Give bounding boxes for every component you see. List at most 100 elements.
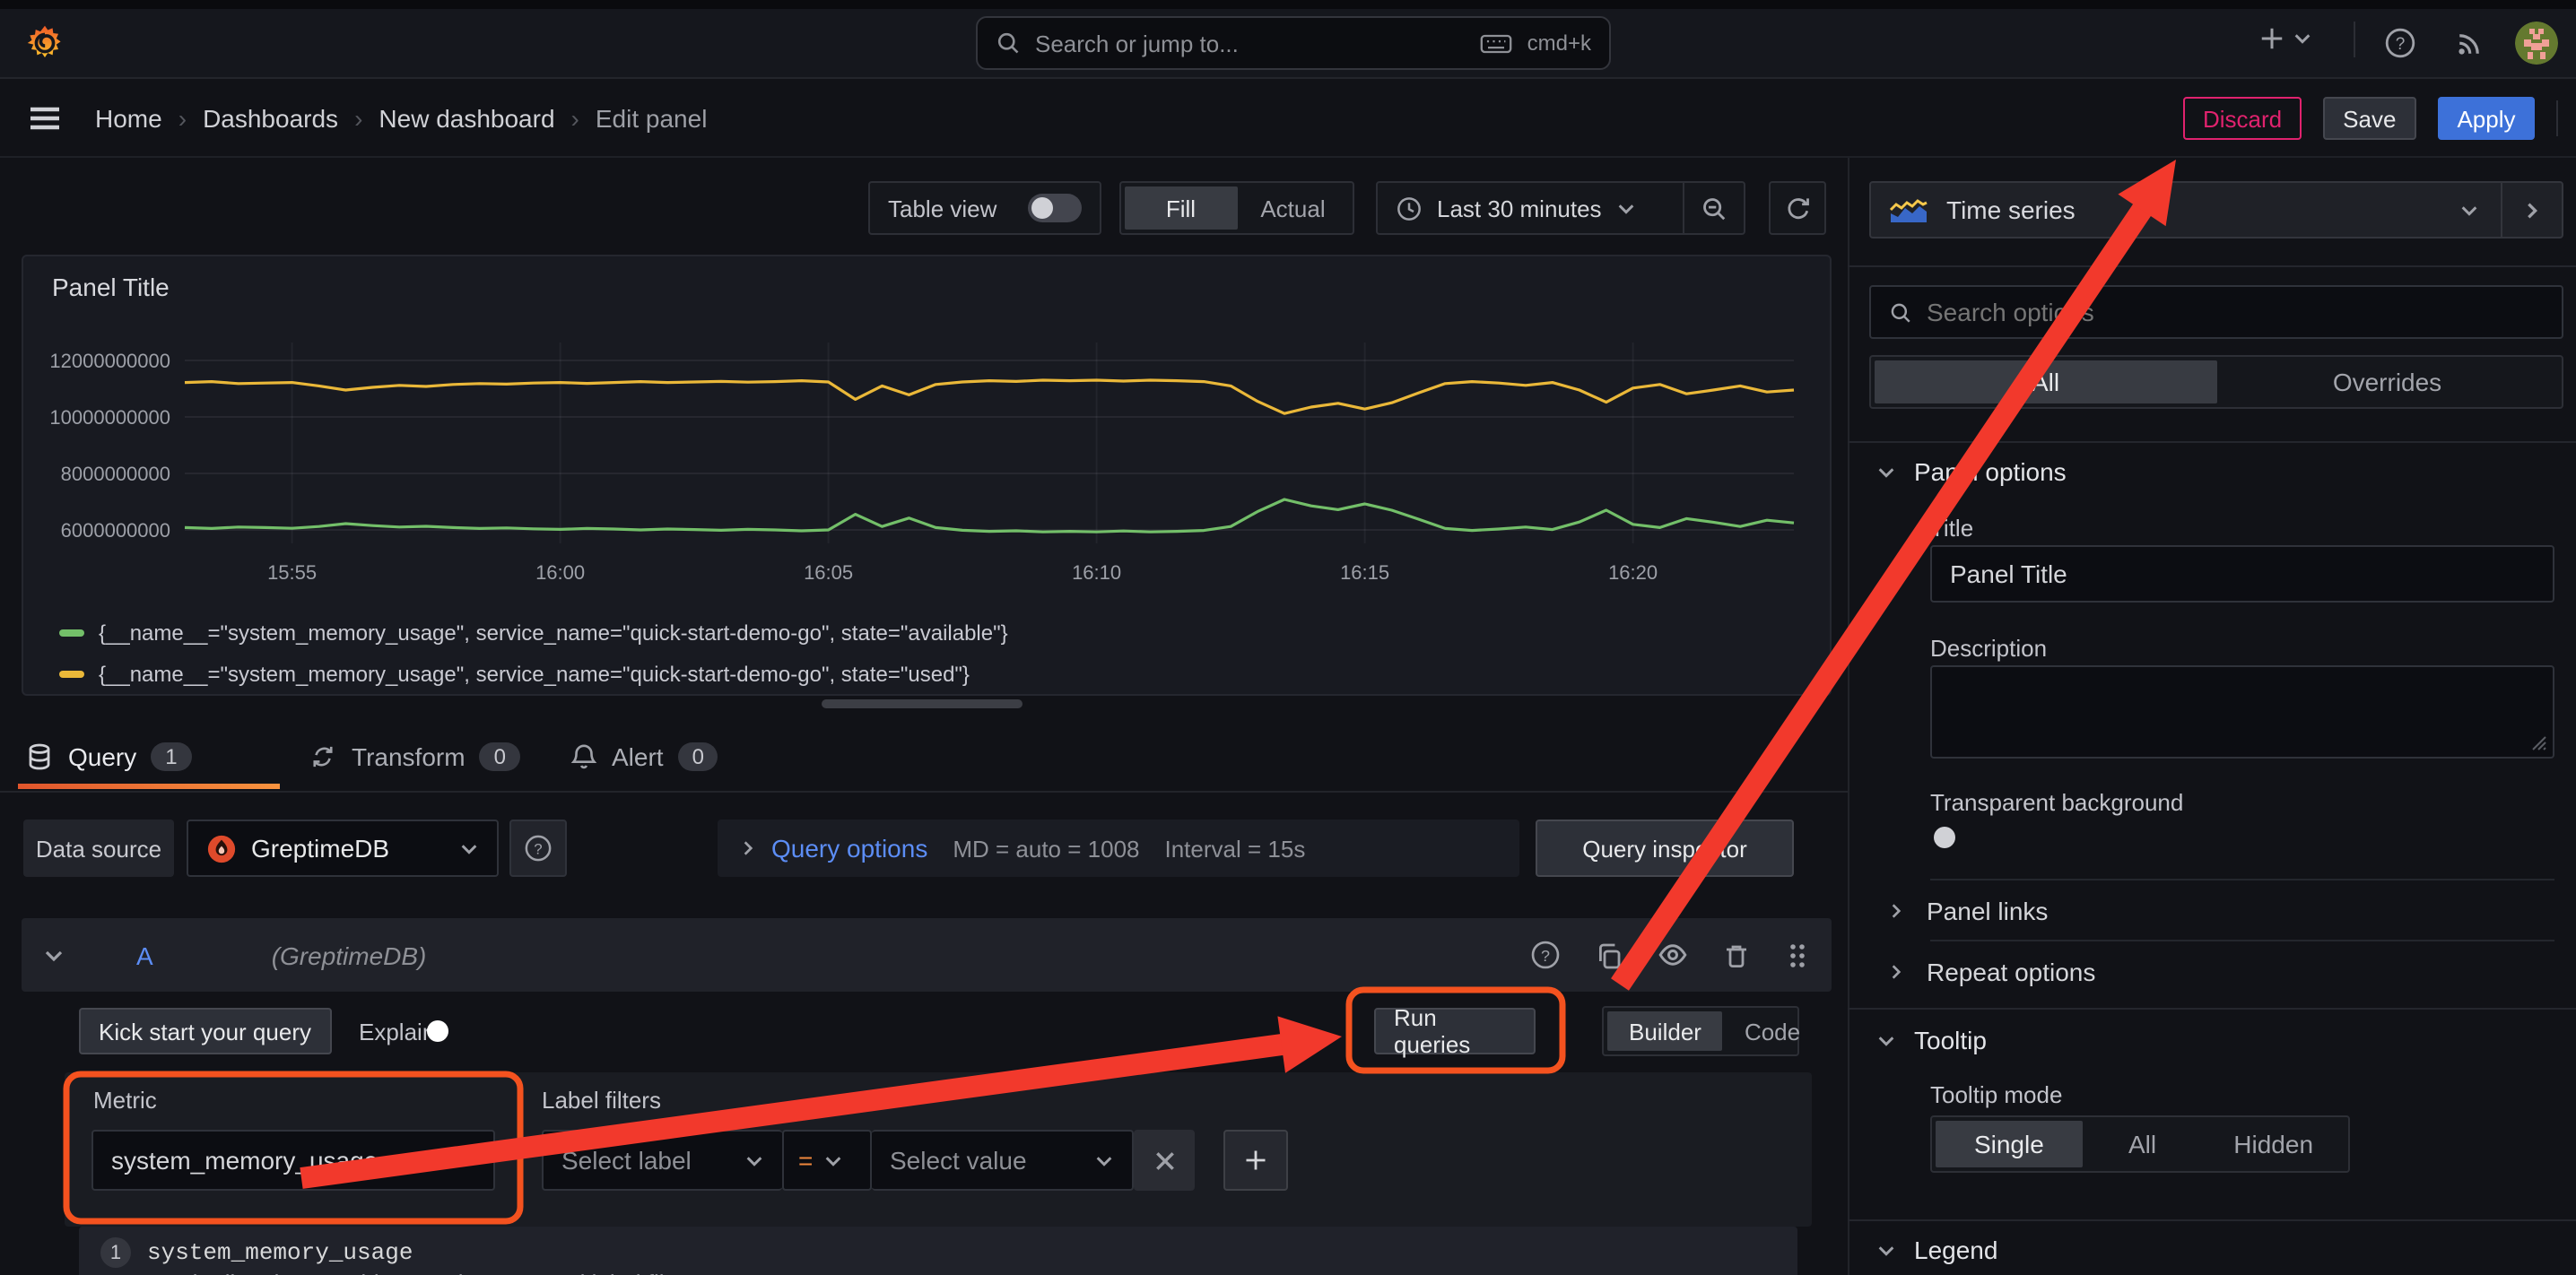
- breadcrumb-home[interactable]: Home: [95, 104, 162, 133]
- description-textarea[interactable]: [1930, 665, 2554, 759]
- operator-value: =: [798, 1146, 813, 1175]
- sidebar-left-border: [1848, 158, 1849, 1275]
- news-rss-icon[interactable]: [2456, 27, 2486, 57]
- editor-tabs-bar: Query 1 Transform 0 Alert 0: [0, 724, 1848, 793]
- tooltip-section-title: Tooltip: [1914, 1026, 1987, 1054]
- time-range-picker[interactable]: Last 30 minutes: [1378, 183, 1683, 233]
- remove-filter-button[interactable]: [1134, 1130, 1195, 1191]
- panel-links-label: Panel links: [1927, 897, 2048, 925]
- tab-overrides[interactable]: Overrides: [2216, 360, 2558, 403]
- chevron-down-icon: [2293, 29, 2312, 48]
- search-icon: [996, 30, 1021, 56]
- search-options-box[interactable]: [1869, 285, 2563, 339]
- discard-button[interactable]: Discard: [2183, 97, 2302, 140]
- apply-button[interactable]: Apply: [2437, 97, 2535, 140]
- tab-query[interactable]: Query 1: [25, 724, 192, 789]
- hamburger-menu-icon[interactable]: [25, 99, 65, 138]
- svg-text:?: ?: [2396, 35, 2406, 54]
- filter-label-select[interactable]: Select label: [542, 1130, 782, 1191]
- tab-transform[interactable]: Transform 0: [309, 724, 520, 789]
- timeseries-viz-icon: [1871, 196, 1946, 223]
- time-range-group: Last 30 minutes: [1376, 181, 1745, 235]
- fill-option[interactable]: Fill: [1125, 186, 1237, 230]
- query-ref-id[interactable]: A: [136, 941, 153, 969]
- legend-label: {__name__="system_memory_usage", service…: [99, 662, 970, 687]
- grafana-logo-icon[interactable]: [25, 22, 65, 65]
- new-button[interactable]: [2258, 25, 2312, 52]
- drag-handle-icon[interactable]: [1785, 941, 1810, 969]
- search-input[interactable]: [1035, 30, 1466, 56]
- chevron-right-icon: [739, 839, 757, 857]
- description-label: Description: [1930, 635, 2047, 662]
- header-actions: Discard Save Apply: [2183, 97, 2576, 140]
- legend-section-header[interactable]: Legend: [1876, 1236, 1997, 1264]
- tab-alert-label: Alert: [612, 742, 664, 771]
- table-view-toggle[interactable]: [1028, 194, 1082, 222]
- tab-all-options[interactable]: All: [1875, 360, 2216, 403]
- chevron-down-icon: [1876, 1240, 1896, 1260]
- bell-icon: [570, 742, 597, 771]
- panel-links-header[interactable]: Panel links: [1887, 897, 2048, 925]
- legend-item-used[interactable]: {__name__="system_memory_usage", service…: [59, 662, 970, 687]
- label-filters-label: Label filters: [542, 1087, 661, 1114]
- repeat-options-header[interactable]: Repeat options: [1887, 958, 2095, 986]
- avatar[interactable]: [2515, 22, 2558, 65]
- legend-item-available[interactable]: {__name__="system_memory_usage", service…: [59, 620, 1008, 646]
- help-icon[interactable]: ?: [2384, 27, 2416, 59]
- delete-query-trash-icon[interactable]: [1722, 941, 1751, 969]
- tooltip-section-header[interactable]: Tooltip: [1876, 1026, 1987, 1054]
- toggle-visibility-eye-icon[interactable]: [1658, 940, 1688, 970]
- refresh-button[interactable]: [1769, 181, 1826, 235]
- tab-alert[interactable]: Alert 0: [570, 724, 718, 789]
- add-filter-button[interactable]: [1223, 1130, 1288, 1191]
- svg-text:6000000000: 6000000000: [61, 519, 170, 542]
- filter-operator-select[interactable]: =: [782, 1130, 872, 1191]
- metric-select[interactable]: system_memory_usage: [91, 1130, 495, 1191]
- query-options-toggle[interactable]: Query options: [739, 834, 927, 863]
- filter-value-placeholder: Select value: [890, 1146, 1094, 1175]
- run-queries-button[interactable]: Run queries: [1374, 1008, 1536, 1054]
- panel-options-title: Panel options: [1914, 457, 2067, 486]
- clock-icon: [1396, 195, 1423, 221]
- visualization-picker[interactable]: Time series: [1869, 181, 2563, 239]
- tab-query-label: Query: [68, 742, 136, 771]
- query-inspector-button[interactable]: Query inspector: [1536, 820, 1794, 877]
- datasource-picker[interactable]: GreptimeDB: [187, 820, 499, 877]
- plus-icon: [1243, 1148, 1268, 1173]
- breadcrumb: Home › Dashboards › New dashboard › Edit…: [95, 97, 707, 140]
- tab-transform-count: 0: [480, 742, 520, 771]
- options-tabs: All Overrides: [1869, 355, 2563, 409]
- collapse-sidebar-chevron-right-icon[interactable]: [2502, 200, 2562, 220]
- breadcrumb-new-dashboard[interactable]: New dashboard: [379, 104, 554, 133]
- search-options-input[interactable]: [1927, 298, 2544, 326]
- search-icon: [1889, 300, 1912, 324]
- duplicate-query-icon[interactable]: [1595, 941, 1623, 969]
- tooltip-mode-single[interactable]: Single: [1936, 1121, 2083, 1167]
- datasource-help-button[interactable]: ?: [509, 820, 567, 877]
- builder-option[interactable]: Builder: [1607, 1011, 1723, 1051]
- query-help-icon[interactable]: ?: [1530, 940, 1561, 970]
- actual-option[interactable]: Actual: [1237, 186, 1349, 230]
- tooltip-mode-hidden[interactable]: Hidden: [2202, 1121, 2345, 1167]
- query-collapse-chevron-icon[interactable]: [43, 944, 65, 966]
- code-option[interactable]: Code: [1723, 1011, 1822, 1051]
- kick-start-query-button[interactable]: Kick start your query: [79, 1008, 331, 1054]
- global-search[interactable]: cmd+k: [976, 16, 1611, 70]
- panel-title-input[interactable]: [1930, 545, 2554, 603]
- save-button[interactable]: Save: [2323, 97, 2415, 140]
- filter-value-select[interactable]: Select value: [872, 1130, 1134, 1191]
- panel-options-header[interactable]: Panel options: [1876, 457, 2067, 486]
- chevron-right-icon: [1887, 963, 1905, 981]
- svg-text:?: ?: [1541, 947, 1550, 965]
- fill-actual-switch: Fill Actual: [1119, 181, 1354, 235]
- query-row-actions: ?: [1530, 940, 1810, 970]
- greptimedb-logo-icon: [206, 833, 237, 863]
- breadcrumb-dashboards[interactable]: Dashboards: [203, 104, 338, 133]
- tooltip-mode-all[interactable]: All: [2083, 1121, 2203, 1167]
- zoom-out-icon[interactable]: [1684, 195, 1744, 221]
- resize-corner-icon: [2531, 735, 2547, 751]
- grafana-edit-panel-screen: cmd+k ? Home › Dashboards › New dashboar…: [0, 0, 2576, 1275]
- panel-resize-handle[interactable]: [822, 699, 1023, 708]
- keyboard-icon: [1481, 31, 1513, 55]
- legend-label: {__name__="system_memory_usage", service…: [99, 620, 1008, 646]
